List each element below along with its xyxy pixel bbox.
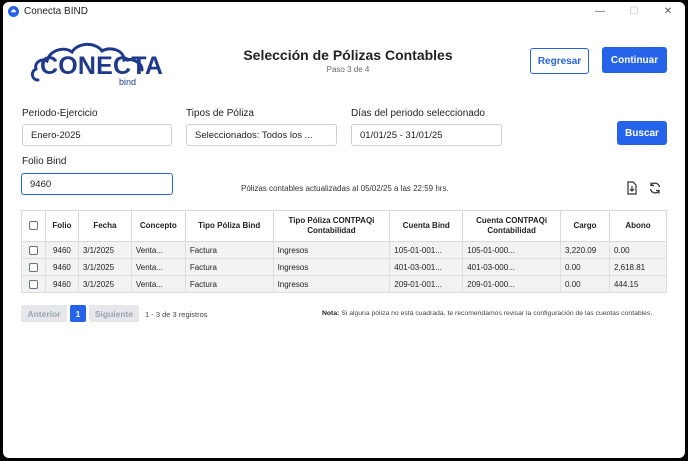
note-text: Si alguna póliza no está cuadrada, te re… — [339, 310, 653, 317]
conecta-bind-logo: CONECTA bind — [30, 38, 163, 87]
cell-credit: 2,618.81 — [608, 258, 668, 276]
maximize-icon[interactable]: ☐ — [617, 2, 651, 20]
step-indicator: Paso 3 de 4 — [326, 65, 370, 74]
minimize-icon[interactable]: — — [583, 2, 617, 20]
table-row[interactable]: 9460 3/1/2025 Venta... Factura Ingresos … — [21, 258, 668, 276]
previous-page-button[interactable]: Anterior — [21, 305, 67, 322]
policies-table: Folio Fecha Concepto Tipo Póliza Bind Ti… — [21, 210, 668, 293]
cell-bind-account: 401-03-001... — [389, 258, 464, 276]
table-header-row: Folio Fecha Concepto Tipo Póliza Bind Ti… — [21, 210, 668, 242]
cell-charge: 0.00 — [560, 275, 610, 293]
days-field[interactable]: 01/01/25 - 31/01/25 — [351, 124, 502, 146]
cell-credit: 0.00 — [608, 241, 668, 259]
table-row[interactable]: 9460 3/1/2025 Venta... Factura Ingresos … — [21, 275, 668, 293]
cell-bind-type: Factura — [184, 241, 274, 259]
cell-concept: Venta... — [130, 258, 186, 276]
row-checkbox[interactable] — [28, 262, 38, 272]
folio-input[interactable]: 9460 — [21, 173, 173, 195]
column-header: Cuenta Bind — [389, 210, 464, 242]
cell-contpaqi-account: 209-01-000... — [462, 275, 562, 293]
accounts-note: Nota: Si alguna póliza no está cuadrada,… — [322, 310, 652, 317]
page-title: Selección de Pólizas Contables — [243, 47, 453, 63]
cell-bind-type: Factura — [184, 258, 274, 276]
column-header: Cuenta CONTPAQi Contabilidad — [462, 210, 562, 242]
column-header: Folio — [44, 210, 79, 242]
days-label: Días del periodo seleccionado — [351, 108, 485, 119]
cell-folio: 9460 — [44, 275, 79, 293]
title-bar: Conecta BIND — ☐ ✕ — [3, 2, 685, 20]
cell-bind-account: 105-01-001... — [389, 241, 464, 259]
cell-folio: 9460 — [44, 241, 79, 259]
cell-bind-type: Factura — [184, 275, 274, 293]
row-checkbox[interactable] — [28, 279, 38, 289]
refresh-icon[interactable] — [648, 181, 662, 195]
column-header: Abono — [608, 210, 668, 242]
cell-bind-account: 209-01-001... — [389, 275, 464, 293]
row-checkbox[interactable] — [28, 245, 38, 255]
file-download-icon[interactable] — [625, 181, 639, 195]
logo-sub: bind — [119, 77, 137, 87]
cell-charge: 3,220.09 — [560, 241, 610, 259]
note-label: Nota: — [322, 310, 340, 317]
period-select[interactable]: Enero-2025 — [22, 124, 172, 146]
period-label: Periodo-Ejercicio — [22, 108, 98, 119]
close-icon[interactable]: ✕ — [651, 2, 685, 20]
types-select[interactable]: Seleccionados: Todos los ... — [186, 124, 337, 146]
column-header: Cargo — [560, 210, 610, 242]
cell-contpaqi-type: Ingresos — [272, 241, 391, 259]
cell-contpaqi-account: 105-01-000... — [462, 241, 562, 259]
cell-contpaqi-account: 401-03-000... — [462, 258, 562, 276]
cell-contpaqi-type: Ingresos — [272, 275, 391, 293]
continue-button[interactable]: Continuar — [602, 47, 667, 73]
column-header: Tipo Póliza Bind — [184, 210, 274, 242]
cell-date: 3/1/2025 — [77, 275, 132, 293]
logo-word: CONECTA — [40, 52, 164, 80]
page-number-button[interactable]: 1 — [70, 305, 86, 322]
select-all-checkbox[interactable] — [28, 221, 38, 231]
records-count: 1 - 3 de 3 registros — [145, 310, 208, 319]
next-page-button[interactable]: Siguiente — [89, 305, 139, 322]
select-all-cell[interactable] — [21, 210, 46, 242]
column-header: Fecha — [77, 210, 132, 242]
cell-concept: Venta... — [130, 275, 186, 293]
pagination: Anterior 1 Siguiente — [21, 305, 139, 322]
cell-charge: 0.00 — [560, 258, 610, 276]
app-icon — [8, 5, 19, 17]
search-button[interactable]: Buscar — [617, 121, 667, 145]
app-window: Conecta BIND — ☐ ✕ CONECTA bind Selecció… — [3, 2, 685, 458]
update-info: Pólizas contables actualizadas al 05/02/… — [241, 184, 449, 193]
window-title: Conecta BIND — [24, 5, 88, 17]
cell-credit: 444.15 — [608, 275, 668, 293]
table-row[interactable]: 9460 3/1/2025 Venta... Factura Ingresos … — [21, 241, 668, 259]
types-label: Tipos de Póliza — [186, 108, 254, 119]
cell-folio: 9460 — [44, 258, 79, 276]
column-header: Concepto — [130, 210, 186, 242]
back-button[interactable]: Regresar — [530, 48, 589, 74]
cell-contpaqi-type: Ingresos — [272, 258, 391, 276]
column-header: Tipo Póliza CONTPAQi Contabilidad — [272, 210, 391, 242]
folio-label: Folio Bind — [22, 156, 67, 167]
cell-concept: Venta... — [130, 241, 186, 259]
cell-date: 3/1/2025 — [77, 258, 132, 276]
cell-date: 3/1/2025 — [77, 241, 132, 259]
